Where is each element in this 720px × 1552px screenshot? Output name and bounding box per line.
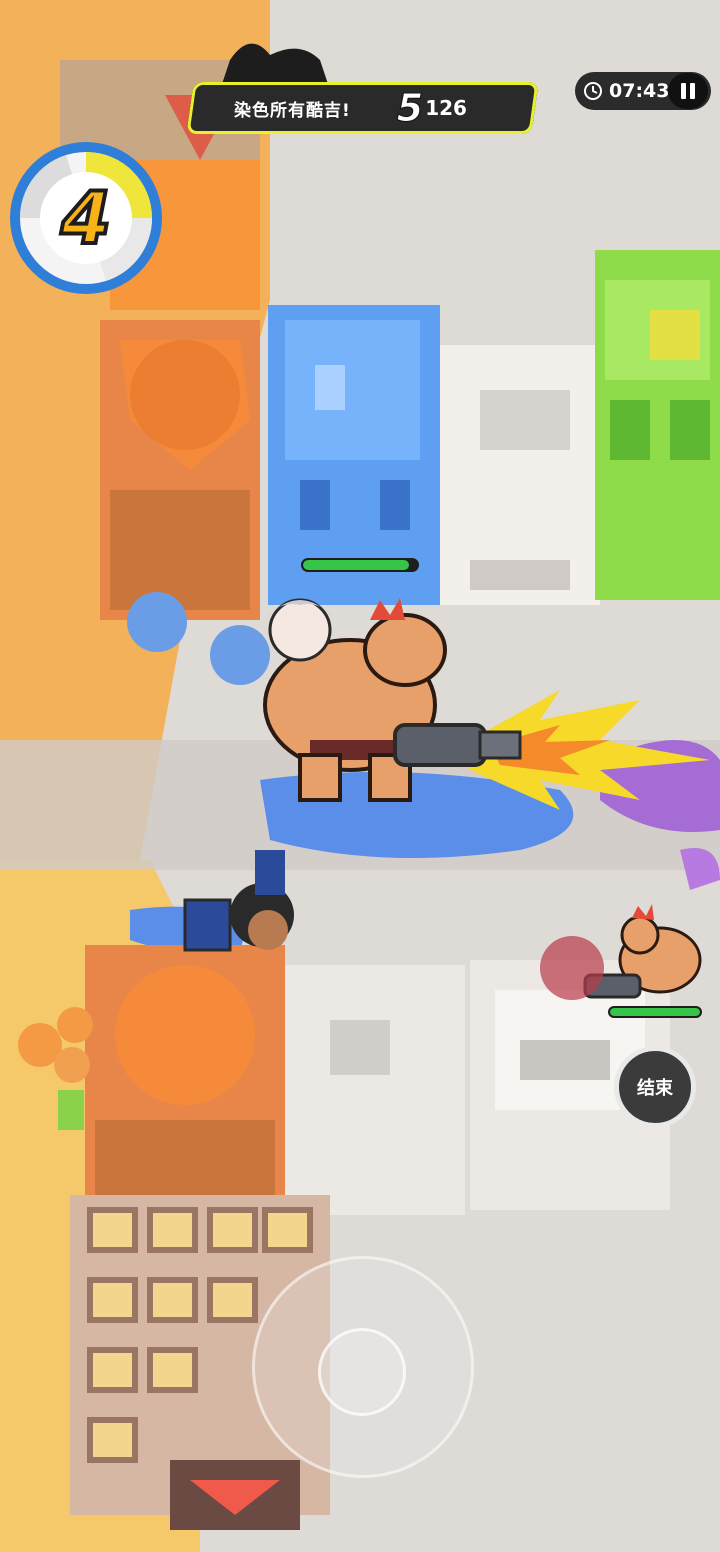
score-number: 4 [59,174,113,262]
mission-total: 126 [425,96,467,120]
timer-text: 07:43 [609,80,670,102]
mission-banner: 染色所有酷吉! 5 126 [186,82,539,134]
player-health-fill [303,560,410,570]
clock-icon [584,82,602,100]
enemy-health-fill [610,1008,700,1016]
player-health-bar [301,558,419,572]
joystick-knob[interactable] [318,1328,406,1416]
end-button[interactable]: 结束 [614,1046,696,1128]
pause-icon [679,83,697,99]
mission-count: 5 [396,86,424,131]
pause-button[interactable] [668,73,708,109]
score-wheel: 4 [6,138,166,298]
mission-text: 染色所有酷吉! [234,100,351,121]
enemy-health-bar [608,1006,702,1018]
